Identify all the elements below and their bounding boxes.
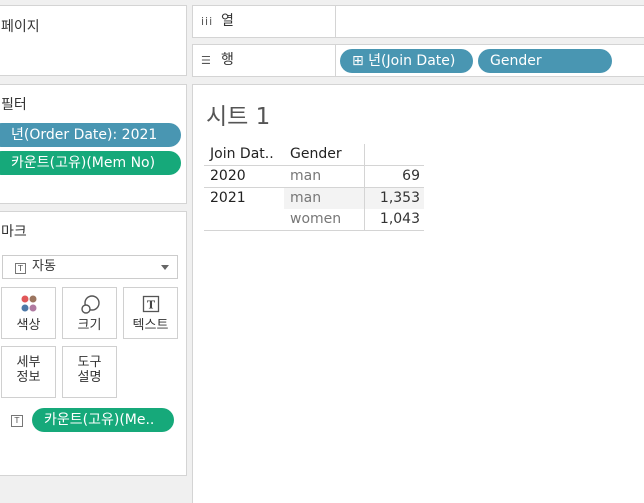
mark-type-dropdown[interactable]: T 자동 xyxy=(2,255,178,279)
text-button[interactable]: T 텍스트 xyxy=(123,287,178,339)
size-circles-icon xyxy=(63,294,116,318)
text-mark-type-icon: T xyxy=(15,263,26,274)
row-value[interactable]: 1,043 xyxy=(363,209,424,231)
row-year[interactable]: 2020 xyxy=(204,166,284,188)
row-pill-gender-label: Gender xyxy=(490,53,542,69)
columns-icon: iii xyxy=(201,15,214,28)
filter-pill-order-date-label: 년(Order Date): 2021 xyxy=(11,127,158,143)
row-year[interactable]: 2021 xyxy=(204,188,284,210)
row-year[interactable] xyxy=(204,209,284,231)
tooltip-button-label-line1: 도구 xyxy=(77,355,102,370)
row-pill-join-date[interactable]: ⊞ 년(Join Date) xyxy=(340,49,473,73)
text-mark-field-pill[interactable]: 카운트(고유)(Me.. xyxy=(32,408,174,432)
text-field-icon: T xyxy=(11,415,23,427)
size-button[interactable]: 크기 xyxy=(62,287,117,339)
text-mark-field-label: 카운트(고유)(Me.. xyxy=(44,412,155,428)
detail-button-label-line2: 정보 xyxy=(16,370,41,385)
tooltip-button[interactable]: 도구 설명 xyxy=(62,346,117,398)
pages-title: 페이지 xyxy=(1,19,40,35)
table-row: 2020 man 69 xyxy=(204,165,424,188)
mark-type-value: 자동 xyxy=(32,259,56,274)
row-value[interactable]: 1,353 xyxy=(363,187,424,209)
marks-title: 마크 xyxy=(1,224,27,240)
sheet-title: 시트 1 xyxy=(206,104,271,130)
table-row: women 1,043 xyxy=(204,209,424,231)
rows-label: 행 xyxy=(221,52,234,68)
color-button-label: 색상 xyxy=(16,318,41,333)
rows-shelf-label: ☰ 행 xyxy=(193,45,336,76)
pages-panel[interactable]: 페이지 xyxy=(0,5,187,76)
crosstab-header-row: Join Dat.. Gender xyxy=(204,144,424,166)
rows-icon: ☰ xyxy=(201,54,212,67)
detail-button[interactable]: 세부 정보 xyxy=(1,346,56,398)
filter-pill-mem-no[interactable]: 카운트(고유)(Mem No) xyxy=(0,151,181,175)
columns-shelf[interactable]: iii 열 xyxy=(192,5,644,38)
row-gender[interactable]: man xyxy=(284,166,364,188)
row-gender[interactable]: women xyxy=(284,209,364,231)
filters-title: 필터 xyxy=(1,97,27,113)
columns-shelf-label: iii 열 xyxy=(193,6,336,37)
text-button-label: 텍스트 xyxy=(132,318,169,333)
row-pill-gender[interactable]: Gender xyxy=(478,49,612,73)
row-gender[interactable]: man xyxy=(284,187,364,209)
rows-shelf[interactable]: ☰ 행 ⊞ 년(Join Date) Gender xyxy=(192,44,644,77)
sheet-area: 시트 1 Join Dat.. Gender 2020 man 69 2021 … xyxy=(192,84,644,503)
marks-panel: 마크 T 자동 색상 크기 T 텍스트 세부 정보 도구 설명 T 카운트(고유… xyxy=(0,211,187,476)
header-gender[interactable]: Gender xyxy=(284,144,364,166)
header-value xyxy=(363,144,424,166)
header-join-date[interactable]: Join Dat.. xyxy=(204,144,284,166)
filter-pill-order-date[interactable]: 년(Order Date): 2021 xyxy=(0,123,181,147)
tooltip-button-label-line2: 설명 xyxy=(77,370,102,385)
filter-pill-mem-no-label: 카운트(고유)(Mem No) xyxy=(11,155,156,171)
size-button-label: 크기 xyxy=(77,318,102,333)
crosstab-table: Join Dat.. Gender 2020 man 69 2021 man 1… xyxy=(204,144,424,231)
detail-button-label-line1: 세부 xyxy=(16,355,41,370)
table-row: 2021 man 1,353 xyxy=(204,187,424,210)
row-pill-join-date-label: ⊞ 년(Join Date) xyxy=(352,53,456,69)
row-value[interactable]: 69 xyxy=(363,165,424,188)
chevron-down-icon xyxy=(161,265,169,270)
color-dots-icon xyxy=(2,294,55,318)
filters-panel[interactable]: 필터 년(Order Date): 2021 카운트(고유)(Mem No) xyxy=(0,84,187,204)
color-button[interactable]: 색상 xyxy=(1,287,56,339)
text-t-icon: T xyxy=(124,294,177,318)
columns-label: 열 xyxy=(221,13,234,29)
svg-text:T: T xyxy=(146,299,155,312)
